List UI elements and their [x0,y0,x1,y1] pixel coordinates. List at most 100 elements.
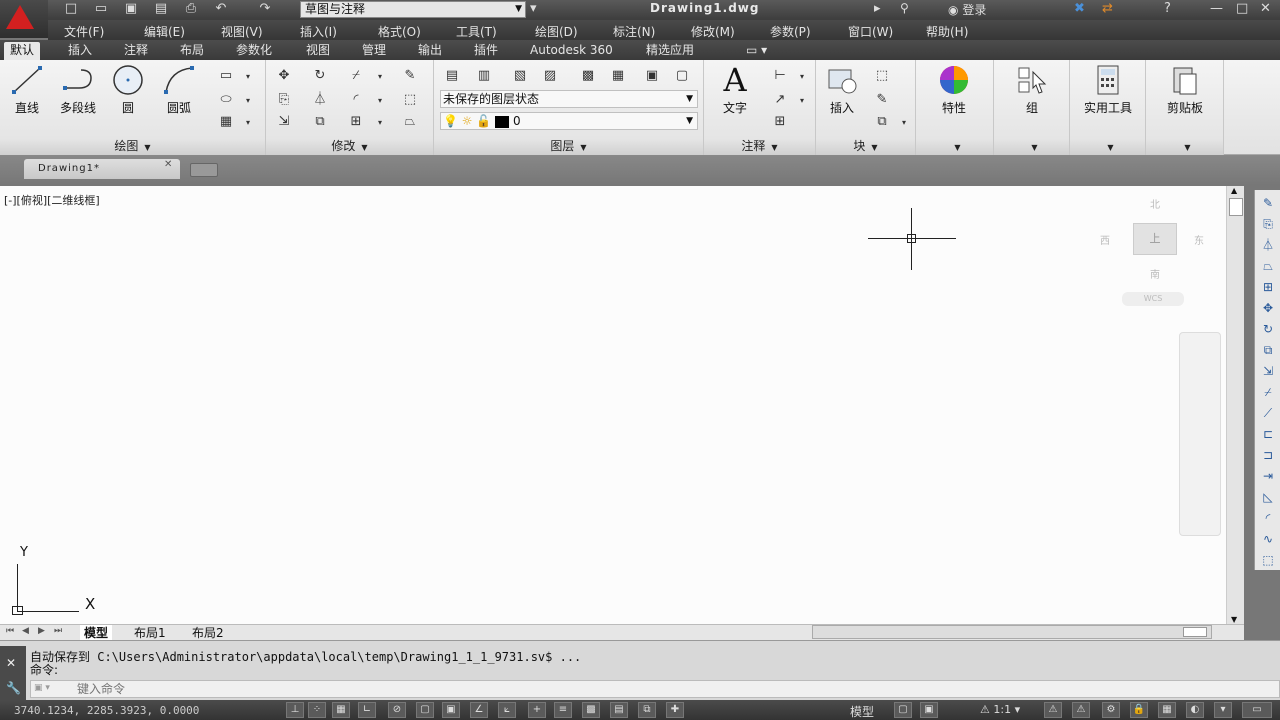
menu-modify[interactable]: 修改(M) [691,23,735,40]
app-store-icon[interactable]: ⇄ [1102,1,1113,16]
rotate-icon[interactable]: ↻ [310,66,330,86]
chevron-down-icon[interactable]: ▾ [246,118,250,127]
menu-file[interactable]: 文件(F) [64,23,104,40]
snap-mode-icon[interactable]: ⁘ [308,702,326,718]
command-recent-icon[interactable]: ▣ ▾ [34,683,50,693]
close-icon[interactable]: ✕ [1260,1,1271,16]
tab-insert[interactable]: 插入 [62,42,98,60]
infer-constraints-icon[interactable]: ⊥ [286,702,304,718]
ribbon-options-icon[interactable]: ▭ ▾ [740,42,773,60]
copy-icon[interactable]: ⎘ [274,90,294,110]
signin-button[interactable]: ◉ 登录 [948,1,986,18]
menu-window[interactable]: 窗口(W) [848,23,893,40]
menu-format[interactable]: 格式(O) [378,23,421,40]
offset-icon[interactable]: ⏢ [400,112,420,132]
trim-icon[interactable]: ⌿ [1259,383,1277,401]
first-layout-icon[interactable]: ⏮ [6,626,14,636]
hatch-icon[interactable]: ▦ [216,112,236,132]
layers-panel-title[interactable]: 图层 ▼ [434,138,703,155]
menu-view[interactable]: 视图(V) [221,23,263,40]
array-icon[interactable]: ⊞ [346,112,366,132]
quick-view-layouts-icon[interactable]: ▢ [894,702,912,718]
annotation-monitor-icon[interactable]: ✚ [666,702,684,718]
last-layout-icon[interactable]: ⏭ [54,626,62,636]
array-icon[interactable]: ⊞ [1259,278,1277,296]
table-icon[interactable]: ⊞ [770,112,790,132]
layout-tab-2[interactable]: 布局2 [188,625,228,641]
break-at-point-icon[interactable]: ⊏ [1259,425,1277,443]
lineweight-icon[interactable]: ≡ [554,702,572,718]
explode-icon[interactable]: ⬚ [1259,551,1277,569]
vertical-scrollbar[interactable]: ▲ ▼ [1226,186,1244,624]
horizontal-scrollbar[interactable] [812,625,1212,639]
layer-freeze-icon[interactable]: ▦ [608,66,628,86]
exchange-icon[interactable]: ✖ [1074,1,1085,16]
tab-view[interactable]: 视图 [300,42,336,60]
viewport-controls[interactable]: [-][俯视][二维线框] [4,192,100,208]
menu-draw[interactable]: 绘图(D) [535,23,578,40]
create-block-icon[interactable]: ⬚ [872,66,892,86]
dynamic-input-icon[interactable]: + [528,702,546,718]
tab-annotate[interactable]: 注释 [118,42,154,60]
utilities-panel-title[interactable]: ▼ [1070,138,1145,155]
close-tab-icon[interactable]: ✕ [164,159,172,170]
layer-isolate-icon[interactable]: ▨ [540,66,560,86]
layout-tab-1[interactable]: 布局1 [130,625,170,641]
circle-button[interactable]: 圆 [106,64,150,116]
layer-lock-icon[interactable]: ▣ [642,66,662,86]
move-icon[interactable]: ✥ [1259,299,1277,317]
modify-panel-title[interactable]: 修改 ▼ [266,138,433,155]
chevron-down-icon[interactable]: ▾ [800,96,804,105]
dimension-icon[interactable]: ⊢ [770,66,790,86]
mirror-icon[interactable]: ⏃ [310,90,330,110]
ellipse-icon[interactable]: ⬭ [216,90,236,110]
navcube-north[interactable]: 北 [1150,196,1160,211]
selection-cycling-icon[interactable]: ⧉ [638,702,656,718]
polar-tracking-icon[interactable]: ⊘ [388,702,406,718]
minimize-icon[interactable]: — [1210,1,1223,16]
navigation-bar[interactable] [1179,332,1221,536]
next-layout-icon[interactable]: ▶ [38,626,45,636]
new-file-icon[interactable]: □ [62,1,80,17]
undo-icon[interactable]: ↶ [212,1,230,17]
redo-icon[interactable]: ↷ [256,1,274,17]
menu-insert[interactable]: 插入(I) [300,23,337,40]
annotation-visibility-icon[interactable]: ⚠ [1044,702,1062,718]
tab-parametric[interactable]: 参数化 [230,42,278,60]
tab-output[interactable]: 输出 [412,42,448,60]
layout-tab-model[interactable]: 模型 [80,625,113,641]
close-icon[interactable]: ✕ [6,656,16,670]
open-file-icon[interactable]: ▭ [92,1,110,17]
print-icon[interactable]: ⎙ [182,1,200,17]
workspace-select[interactable]: 草图与注释 ▼ [300,1,526,18]
workspace-switching-icon[interactable]: ⚙ [1102,702,1120,718]
tab-autodesk-360[interactable]: Autodesk 360 [524,42,619,60]
save-icon[interactable]: ▣ [122,1,140,17]
hscroll-thumb[interactable] [1183,627,1207,637]
chevron-down-icon[interactable]: ▾ [378,96,382,105]
offset-icon[interactable]: ⏢ [1259,257,1277,275]
leader-icon[interactable]: ↗ [770,90,790,110]
coordinate-readout[interactable]: 3740.1234, 2285.3923, 0.0000 [14,704,199,717]
scroll-up-icon[interactable]: ▲ [1231,186,1237,195]
menu-help[interactable]: 帮助(H) [926,23,968,40]
group-button[interactable]: 组 [1008,64,1056,116]
copy-icon[interactable]: ⎘ [1259,215,1277,233]
clipboard-button[interactable]: 剪贴板 [1152,64,1218,116]
chevron-down-icon[interactable]: ▾ [246,96,250,105]
properties-button[interactable]: 特性 [930,64,978,116]
help-icon[interactable]: ? [1164,1,1171,16]
layer-state-select[interactable]: 未保存的图层状态 ▼ [440,90,698,108]
draw-panel-title[interactable]: 绘图 ▼ [0,138,265,155]
trim-icon[interactable]: ⌿ [346,66,366,86]
scroll-thumb[interactable] [1229,198,1243,216]
properties-panel-title[interactable]: ▼ [916,138,993,155]
ortho-mode-icon[interactable]: ∟ [358,702,376,718]
text-button[interactable]: A 文字 [714,64,756,116]
block-attribute-icon[interactable]: ⧉ [872,112,892,132]
hardware-acceleration-icon[interactable]: ▦ [1158,702,1176,718]
line-button[interactable]: 直线 [6,64,48,116]
grid-display-icon[interactable]: ▦ [332,702,350,718]
join-icon[interactable]: ⇥ [1259,467,1277,485]
annotation-panel-title[interactable]: 注释 ▼ [704,138,815,155]
